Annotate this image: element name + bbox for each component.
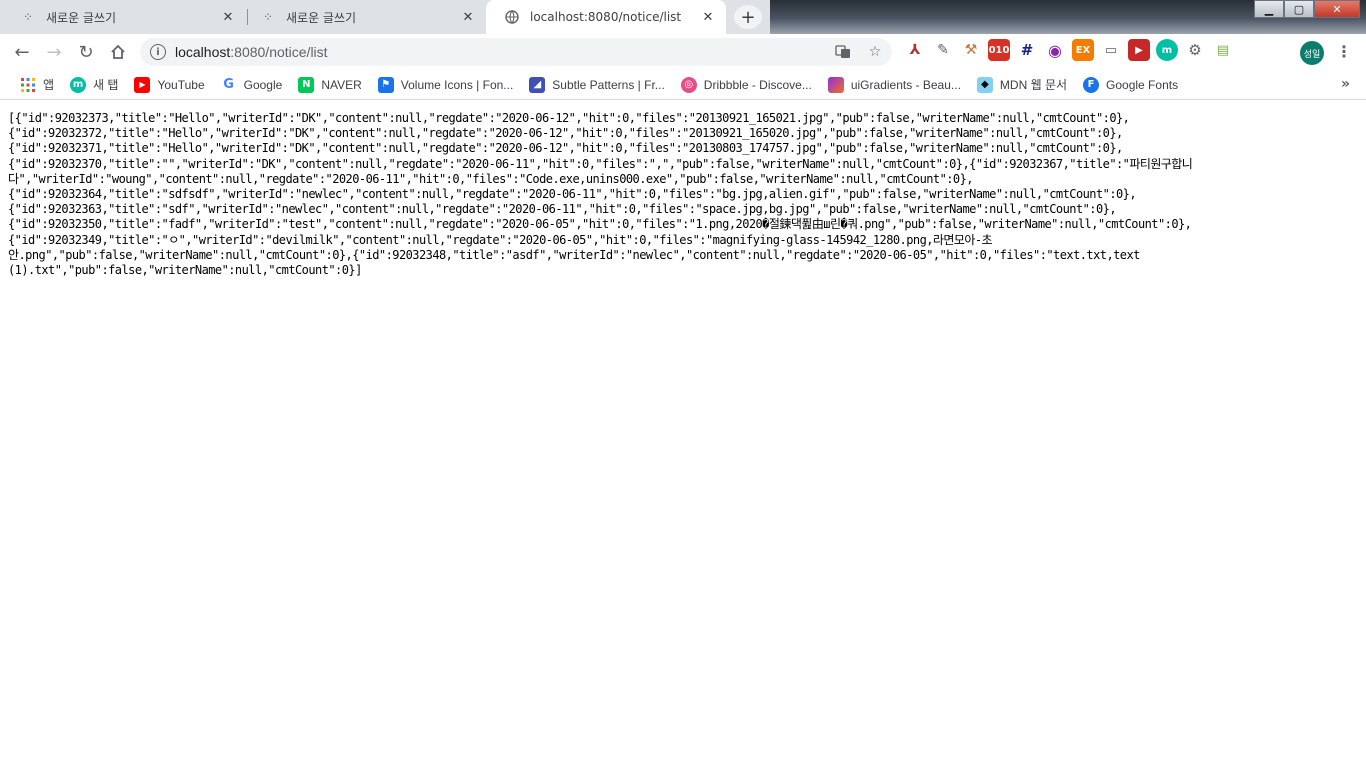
bookmark-star-icon[interactable]: ☆ <box>866 43 884 61</box>
url-path: :8080/notice/list <box>230 44 328 60</box>
ex-extension-icon[interactable]: EX <box>1072 39 1094 61</box>
home-button[interactable] <box>102 38 134 66</box>
globe-icon <box>504 9 520 25</box>
bookmark-label: 앱 <box>43 78 55 92</box>
tab-title: 새로운 글쓰기 <box>286 10 357 25</box>
bookmark-label: 새 탭 <box>93 78 119 92</box>
tab-close-icon[interactable]: ✕ <box>460 9 476 25</box>
google-icon: G <box>223 77 234 92</box>
forward-button[interactable]: → <box>38 38 70 66</box>
bookmark-dribbble[interactable]: ◎ Dribbble - Discove... <box>675 71 818 99</box>
subtle-patterns-icon: ◢ <box>529 76 546 93</box>
bookmark-subtle-patterns[interactable]: ◢ Subtle Patterns | Fr... <box>523 71 671 99</box>
extensions-bar: ⅄ ✎ ⚒ 010 # ◉ EX ▭ ▶ m ⚙ ▤ <box>904 39 1234 61</box>
hammer-extension-icon[interactable]: ⚒ <box>960 39 982 61</box>
reload-button[interactable]: ↻ <box>70 38 102 66</box>
m-extension-icon[interactable]: m <box>1156 39 1178 61</box>
bookmark-label: MDN 웹 문서 <box>999 78 1068 92</box>
minimize-button[interactable]: ▁ <box>1254 0 1284 18</box>
bookmark-label: Subtle Patterns | Fr... <box>552 77 665 92</box>
mdn-icon: ◆ <box>976 76 993 93</box>
bookmark-new-tab[interactable]: m 새 탭 <box>64 71 124 99</box>
dots-icon: ⁘ <box>262 10 274 24</box>
naver-icon: N <box>298 76 315 93</box>
bookmark-volume-icons[interactable]: ⚑ Volume Icons | Fon... <box>372 71 520 99</box>
new-tab-button[interactable]: + <box>734 5 762 29</box>
tab-new-post-2[interactable]: ⁘ 새로운 글쓰기 ✕ <box>242 0 486 34</box>
counter-extension-icon[interactable]: 010 <box>988 39 1010 61</box>
profile-avatar[interactable]: 성일 <box>1300 41 1324 65</box>
gradient-icon <box>827 76 844 93</box>
back-button[interactable]: ← <box>6 38 38 66</box>
bookmark-uigradients[interactable]: uiGradients - Beau... <box>822 71 967 99</box>
home-icon <box>111 44 125 59</box>
json-response-text: [{"id":92032373,"title":"Hello","writerI… <box>8 111 1193 278</box>
flag-icon: ⚑ <box>377 76 394 93</box>
maximize-button[interactable]: ▢ <box>1284 0 1314 18</box>
tab-close-icon[interactable]: ✕ <box>700 9 716 25</box>
youtube-icon: ▶ <box>134 76 151 93</box>
bookmark-label: uiGradients - Beau... <box>850 77 961 92</box>
arrow-right-icon: → <box>46 41 62 63</box>
dribbble-icon: ◎ <box>680 76 697 93</box>
notes-extension-icon[interactable]: ▤ <box>1212 39 1234 61</box>
window-resize-extension-icon[interactable]: ▭ <box>1100 39 1122 61</box>
bookmark-youtube[interactable]: ▶ YouTube <box>128 71 210 99</box>
translate-icon[interactable] <box>834 43 852 61</box>
window-controls: ▁ ▢ ✕ <box>1254 0 1360 18</box>
bookmark-google[interactable]: G Google <box>215 71 289 99</box>
bookmark-naver[interactable]: N NAVER <box>292 71 367 99</box>
close-window-button[interactable]: ✕ <box>1314 0 1360 18</box>
tab-notice-list[interactable]: localhost:8080/notice/list ✕ <box>486 0 726 34</box>
tab-title: localhost:8080/notice/list <box>530 10 682 24</box>
bookmarks-bar: 앱 m 새 탭 ▶ YouTube G Google N NAVER ⚑ Vol… <box>0 70 1366 100</box>
play-extension-icon[interactable]: ▶ <box>1128 39 1150 61</box>
tab-close-icon[interactable]: ✕ <box>220 9 236 25</box>
tab-new-post-1[interactable]: ⁘ 새로운 글쓰기 ✕ <box>2 0 246 34</box>
tab-strip: ⁘ 새로운 글쓰기 ✕ ⁘ 새로운 글쓰기 ✕ localhost:8080/n… <box>0 0 1366 34</box>
browser-toolbar: ← → ↻ i localhost:8080/notice/list ☆ ⅄ ✎… <box>0 34 1366 70</box>
bookmark-mdn[interactable]: ◆ MDN 웹 문서 <box>971 71 1073 99</box>
more-menu-icon[interactable]: ⋮ <box>1336 42 1352 61</box>
url-text: localhost:8080/notice/list <box>175 44 328 60</box>
eyedropper-extension-icon[interactable]: ✎ <box>932 39 954 61</box>
bookmark-label: Volume Icons | Fon... <box>400 77 514 92</box>
m-icon: m <box>70 76 87 93</box>
url-host: localhost <box>175 44 231 60</box>
reload-icon: ↻ <box>78 41 94 63</box>
info-icon[interactable]: i <box>150 44 166 60</box>
hash-extension-icon[interactable]: # <box>1016 39 1038 61</box>
bookmark-label: Google Fonts <box>1106 77 1179 92</box>
bookmark-apps[interactable]: 앱 <box>14 71 60 99</box>
bookmark-label: Google <box>243 77 283 92</box>
address-bar[interactable]: i localhost:8080/notice/list ☆ <box>140 38 892 66</box>
arrow-left-icon: ← <box>14 41 30 63</box>
dots-icon: ⁘ <box>22 10 34 24</box>
gear-extension-icon[interactable]: ⚙ <box>1184 39 1206 61</box>
tab-title: 새로운 글쓰기 <box>46 10 117 25</box>
bookmark-label: YouTube <box>157 77 205 92</box>
bookmark-google-fonts[interactable]: F Google Fonts <box>1077 71 1184 99</box>
pdf-extension-icon[interactable]: ⅄ <box>904 39 926 61</box>
google-fonts-icon: F <box>1083 76 1100 93</box>
colorzilla-extension-icon[interactable]: ◉ <box>1044 39 1066 61</box>
bookmark-label: Dribbble - Discove... <box>703 77 812 92</box>
bookmarks-overflow-button[interactable]: » <box>1341 76 1350 92</box>
apps-grid-icon <box>20 77 36 93</box>
bookmark-label: NAVER <box>321 77 362 92</box>
